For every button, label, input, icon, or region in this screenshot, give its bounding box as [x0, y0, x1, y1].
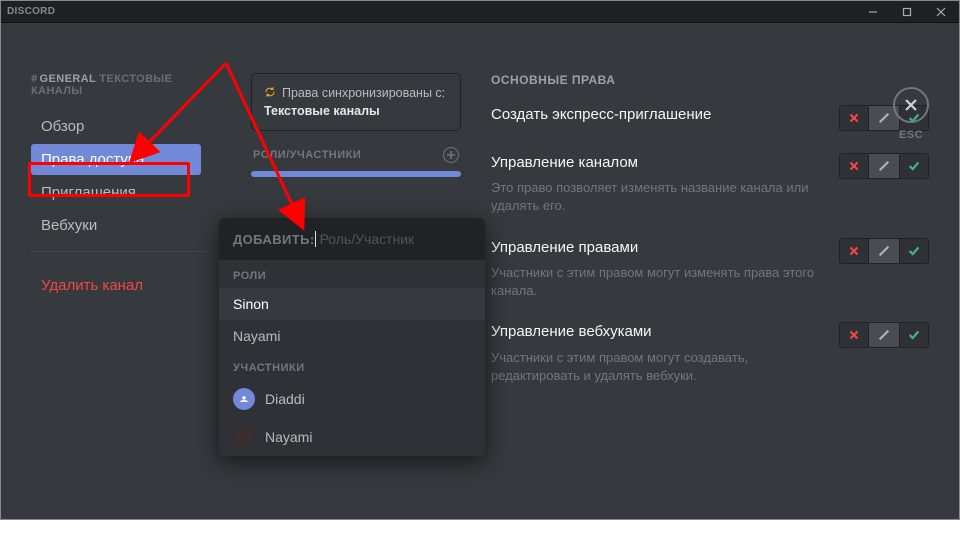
add-role-button[interactable]	[443, 147, 459, 163]
roles-header-row: РОЛИ/УЧАСТНИКИ	[251, 147, 461, 163]
close-settings: ESC	[893, 87, 929, 141]
settings-sidebar: #GENERAL ТЕКСТОВЫЕ КАНАЛЫ Обзор Права до…	[31, 73, 211, 519]
sync-icon	[264, 84, 276, 102]
permission-name: Управление вебхуками	[491, 322, 823, 342]
popup-section-roles: РОЛИ	[219, 260, 485, 288]
sync-target: Текстовые каналы	[264, 104, 380, 118]
app-window: DISCORD #GENERAL ТЕКСТОВЫЕ КАНАЛЫ Обзор …	[0, 0, 960, 520]
tri-toggle	[839, 153, 929, 179]
toggle-neutral[interactable]	[869, 238, 899, 264]
toggle-deny[interactable]	[839, 105, 869, 131]
member-name: Diaddi	[265, 391, 305, 407]
sidebar-item-webhooks[interactable]: Вебхуки	[31, 210, 211, 241]
close-button[interactable]	[893, 87, 929, 123]
sidebar-divider	[31, 251, 211, 252]
add-role-popup: ДОБАВИТЬ: РОЛИ Sinon Nayami УЧАСТНИКИ Di…	[219, 218, 485, 456]
toggle-neutral[interactable]	[869, 322, 899, 348]
popup-member-item[interactable]: Nayami	[219, 418, 485, 456]
tri-toggle	[839, 322, 929, 348]
permission-name: Создать экспресс-приглашение	[491, 105, 823, 125]
app-name: DISCORD	[7, 6, 55, 17]
permission-row: Управление вебхуками Участники с этим пр…	[491, 322, 929, 385]
sync-box: Права синхронизированы с: Текстовые кана…	[251, 73, 461, 131]
toggle-deny[interactable]	[839, 322, 869, 348]
permission-desc: Это право позволяет изменять название ка…	[491, 179, 823, 215]
tri-toggle	[839, 238, 929, 264]
close-window-button[interactable]	[929, 3, 953, 21]
permission-row: Управление правами Участники с этим прав…	[491, 238, 929, 301]
sidebar-item-invites[interactable]: Приглашения	[31, 177, 211, 208]
window-controls	[861, 3, 953, 21]
avatar-icon	[233, 388, 255, 410]
permission-desc: Участники с этим правом могут создавать,…	[491, 349, 823, 385]
avatar-icon	[233, 426, 255, 448]
role-name: Sinon	[233, 296, 269, 312]
popup-header: ДОБАВИТЬ:	[219, 218, 485, 260]
permission-name: Управление каналом	[491, 153, 823, 173]
toggle-deny[interactable]	[839, 238, 869, 264]
member-name: Nayami	[265, 429, 312, 445]
toggle-neutral[interactable]	[869, 153, 899, 179]
popup-member-item[interactable]: Diaddi	[219, 380, 485, 418]
sidebar-header: #GENERAL ТЕКСТОВЫЕ КАНАЛЫ	[31, 73, 211, 97]
popup-add-label: ДОБАВИТЬ:	[233, 232, 315, 247]
minimize-button[interactable]	[861, 3, 885, 21]
permissions-panel: ОСНОВНЫЕ ПРАВА Создать экспресс-приглаше…	[461, 73, 929, 519]
toggle-deny[interactable]	[839, 153, 869, 179]
toggle-allow[interactable]	[899, 238, 929, 264]
titlebar: DISCORD	[1, 1, 959, 23]
role-search-input[interactable]	[320, 231, 460, 247]
esc-label: ESC	[893, 129, 929, 141]
sidebar-item-delete-channel[interactable]: Удалить канал	[31, 270, 211, 301]
permissions-section-title: ОСНОВНЫЕ ПРАВА	[491, 73, 929, 87]
sidebar-item-overview[interactable]: Обзор	[31, 111, 211, 142]
channel-name: GENERAL	[40, 73, 96, 85]
sidebar-item-permissions[interactable]: Права доступа	[31, 144, 201, 175]
popup-role-item[interactable]: Nayami	[219, 320, 485, 352]
role-chip-selected[interactable]	[251, 171, 461, 177]
app-body: #GENERAL ТЕКСТОВЫЕ КАНАЛЫ Обзор Права до…	[1, 23, 959, 519]
roles-header-label: РОЛИ/УЧАСТНИКИ	[253, 149, 361, 161]
popup-section-members: УЧАСТНИКИ	[219, 352, 485, 380]
permission-desc: Участники с этим правом могут изменять п…	[491, 264, 823, 300]
hash-icon: #	[31, 73, 38, 85]
toggle-allow[interactable]	[899, 153, 929, 179]
permission-row: Создать экспресс-приглашение	[491, 105, 929, 131]
maximize-button[interactable]	[895, 3, 919, 21]
popup-role-item[interactable]: Sinon	[219, 288, 485, 320]
permission-name: Управление правами	[491, 238, 823, 258]
toggle-allow[interactable]	[899, 322, 929, 348]
sync-text: Права синхронизированы с:	[282, 86, 445, 100]
role-name: Nayami	[233, 328, 280, 344]
permission-row: Управление каналом Это право позволяет и…	[491, 153, 929, 216]
